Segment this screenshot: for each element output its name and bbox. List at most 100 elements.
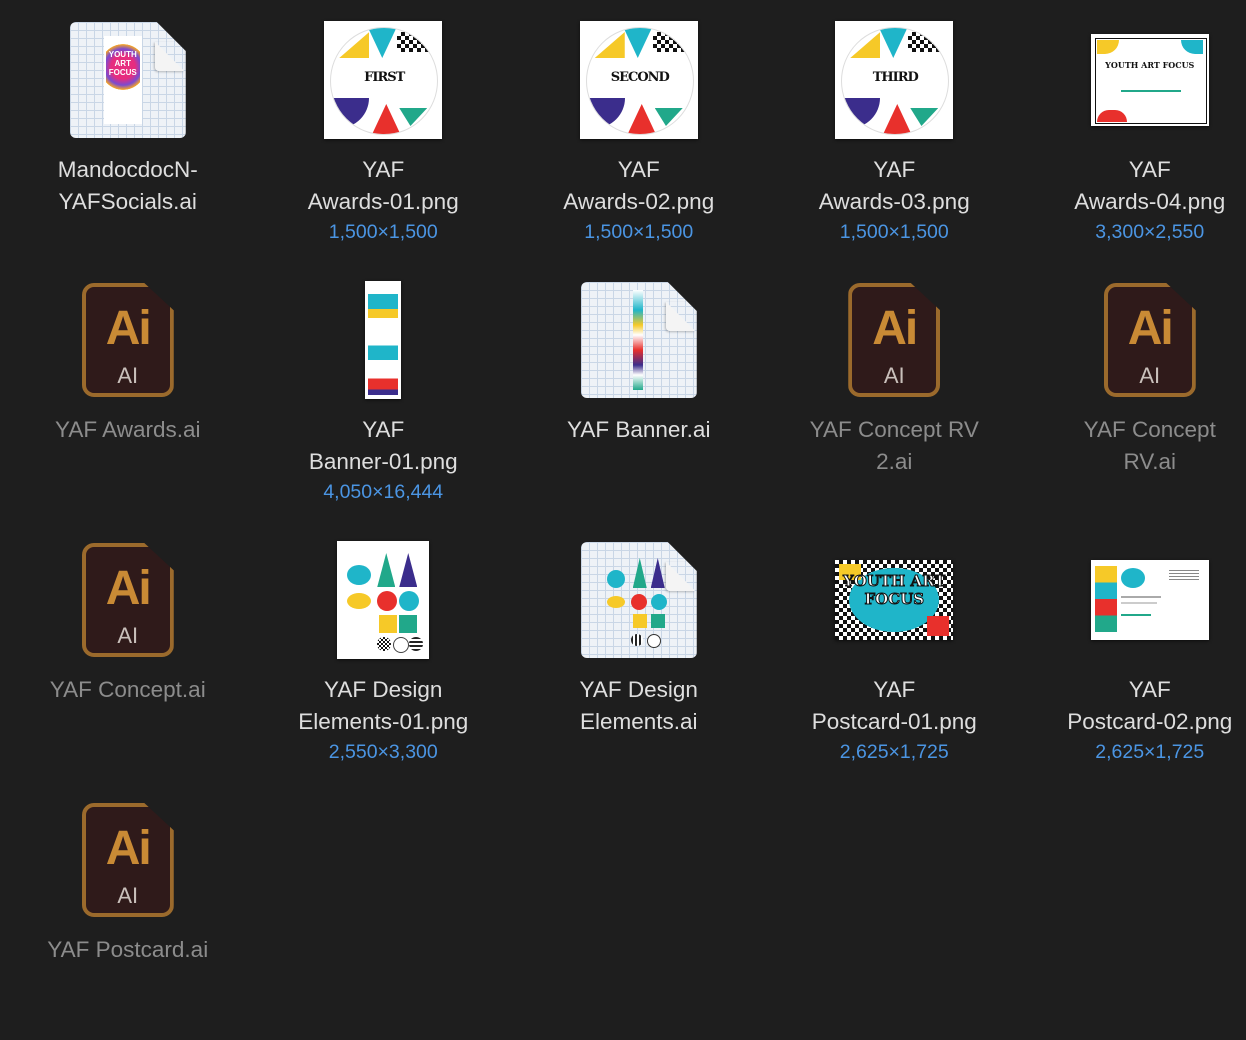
- file-item[interactable]: FIRST YAF Awards-01.png 1,500×1,500: [256, 0, 512, 260]
- file-name-line: YAF: [1128, 157, 1171, 182]
- shape: [399, 108, 428, 126]
- image-dimensions: 1,500×1,500: [584, 221, 694, 243]
- file-item[interactable]: YOUTH ART FOCUS YAF Awards-04.png 3,300×2,5…: [1022, 0, 1246, 260]
- file-item[interactable]: YAF Design Elements.ai: [511, 520, 767, 780]
- image-thumbnail[interactable]: SECOND: [579, 20, 699, 140]
- shape: [393, 637, 410, 653]
- file-name-line: YAFSocials.ai: [58, 189, 197, 214]
- image-thumbnail: SECOND: [579, 21, 698, 139]
- file-item[interactable]: THIRD YAF Awards-03.png 1,500×1,500: [767, 0, 1023, 260]
- image-thumbnail[interactable]: [1090, 540, 1210, 660]
- illustrator-file-icon[interactable]: Ai AI: [68, 280, 188, 400]
- image-thumbnail[interactable]: YOUTH ART FOCUS: [1090, 20, 1210, 140]
- file-item[interactable]: SECOND YAF Awards-02.png 1,500×1,500: [511, 0, 767, 260]
- illustrator-file-icon: Ai AI: [81, 543, 174, 657]
- file-name-label[interactable]: YAF Concept RV.ai: [1022, 414, 1246, 478]
- shape: [1094, 566, 1117, 632]
- ai-logo-text: Ai: [105, 302, 152, 355]
- file-name-label[interactable]: YAF Concept RV 2.ai: [767, 414, 1023, 478]
- image-thumbnail: YOUTH ART FOCUS: [1090, 34, 1209, 126]
- file-name-label[interactable]: YAF Awards-01.png 1,500×1,500: [256, 154, 512, 247]
- poster-preview: YOUTH ART FOCUS: [103, 36, 142, 124]
- illustrator-file-icon[interactable]: Ai AI: [68, 540, 188, 660]
- banner-preview: [632, 290, 643, 390]
- document-preview-icon[interactable]: [579, 280, 699, 400]
- ai-logo-text: Ai: [105, 822, 152, 875]
- shape: [1120, 568, 1145, 588]
- document-preview-icon[interactable]: YOUTH ART FOCUS: [68, 20, 188, 140]
- page-fold: [665, 562, 695, 591]
- illustrator-file-icon[interactable]: Ai AI: [834, 280, 954, 400]
- file-name-line: Awards-01.png: [307, 189, 459, 214]
- file-name-label[interactable]: YAF Postcard-02.png 2,625×1,725: [1022, 674, 1246, 767]
- illustrator-file-icon[interactable]: Ai AI: [1090, 280, 1210, 400]
- shape: [1120, 602, 1157, 604]
- file-name-label[interactable]: YAF Banner-01.png 4,050×16,444: [256, 414, 512, 507]
- page-fold: [154, 42, 184, 71]
- image-dimensions: 1,500×1,500: [839, 221, 949, 243]
- file-name-line: MandocdocN-: [57, 157, 198, 182]
- document-page: YOUTH ART FOCUS: [69, 22, 186, 138]
- shape: [1120, 90, 1181, 92]
- shape: [908, 32, 943, 52]
- file-item[interactable]: YAF Postcard-02.png 2,625×1,725: [1022, 520, 1246, 780]
- image-thumbnail[interactable]: YOUTH ART FOCUS: [834, 540, 954, 660]
- illustrator-file-icon: Ai AI: [848, 283, 941, 397]
- shape: [347, 593, 372, 609]
- file-name-label[interactable]: YAF Design Elements-01.png 2,550×3,300: [256, 674, 512, 767]
- shape: [632, 558, 647, 588]
- image-thumbnail[interactable]: FIRST: [323, 20, 443, 140]
- shape: [878, 28, 909, 58]
- illustrator-file-icon[interactable]: Ai AI: [68, 800, 188, 920]
- file-name-label[interactable]: YAF Postcard-01.png 2,625×1,725: [767, 674, 1023, 767]
- file-name-line: RV.ai: [1123, 449, 1177, 474]
- file-name-label[interactable]: YAF Concept.ai: [0, 674, 256, 706]
- image-thumbnail[interactable]: [323, 280, 443, 400]
- shape: [646, 634, 661, 648]
- file-item[interactable]: Ai AI YAF Concept RV 2.ai: [767, 260, 1023, 520]
- document-preview-icon[interactable]: [579, 540, 699, 660]
- image-dimensions: 3,300×2,550: [1095, 221, 1205, 243]
- file-name-label[interactable]: MandocdocN- YAFSocials.ai: [0, 154, 256, 218]
- file-name-label[interactable]: YAF Postcard.ai: [0, 934, 256, 966]
- image-thumbnail[interactable]: [323, 540, 443, 660]
- file-item[interactable]: YOUTH ART FOCUS MandocdocN- YAFSocials.ai: [0, 0, 256, 260]
- shape: [630, 594, 647, 610]
- document-preview-icon: YOUTH ART FOCUS: [69, 22, 186, 138]
- file-name-label[interactable]: YAF Awards.ai: [0, 414, 256, 446]
- file-item[interactable]: Ai AI YAF Postcard.ai: [0, 780, 256, 1040]
- shape: [367, 28, 398, 58]
- award-title: THIRD: [872, 70, 919, 85]
- shape: [652, 32, 687, 52]
- file-name-line: YAF Concept RV: [809, 417, 979, 442]
- image-thumbnail[interactable]: THIRD: [834, 20, 954, 140]
- illustrator-file-icon: Ai AI: [81, 803, 174, 917]
- ai-logo-text: Ai: [872, 302, 918, 355]
- ai-extension-text: AI: [1139, 363, 1161, 388]
- file-name-line: YAF: [1128, 677, 1171, 702]
- file-name-label[interactable]: YAF Awards-04.png 3,300×2,550: [1022, 154, 1246, 247]
- file-item[interactable]: YAF Design Elements-01.png 2,550×3,300: [256, 520, 512, 780]
- shape: [850, 32, 881, 58]
- file-item[interactable]: Ai AI YAF Concept.ai: [0, 520, 256, 780]
- file-name-line: Elements-01.png: [298, 709, 469, 734]
- file-item[interactable]: YAF Banner-01.png 4,050×16,444: [256, 260, 512, 520]
- file-item[interactable]: Ai AI YAF Awards.ai: [0, 260, 256, 520]
- file-name-label[interactable]: YAF Awards-03.png 1,500×1,500: [767, 154, 1023, 247]
- shape: [606, 570, 625, 588]
- shape: [331, 98, 370, 128]
- file-item[interactable]: YAF Banner.ai: [511, 260, 767, 520]
- file-name-label[interactable]: YAF Banner.ai: [511, 414, 767, 446]
- file-item[interactable]: Ai AI YAF Concept RV.ai: [1022, 260, 1246, 520]
- shape: [1120, 596, 1161, 598]
- shape: [397, 32, 432, 52]
- shape: [927, 616, 950, 636]
- shape: [409, 637, 424, 651]
- shape: [377, 553, 396, 587]
- file-name-label[interactable]: YAF Design Elements.ai: [511, 674, 767, 738]
- file-item[interactable]: YOUTH ART FOCUS YAF Postcard-01.png 2,625×1…: [767, 520, 1023, 780]
- image-dimensions: 1,500×1,500: [328, 221, 438, 243]
- image-thumbnail: [1090, 560, 1209, 640]
- file-name-label[interactable]: YAF Awards-02.png 1,500×1,500: [511, 154, 767, 247]
- file-name-line: Postcard-02.png: [1067, 709, 1233, 734]
